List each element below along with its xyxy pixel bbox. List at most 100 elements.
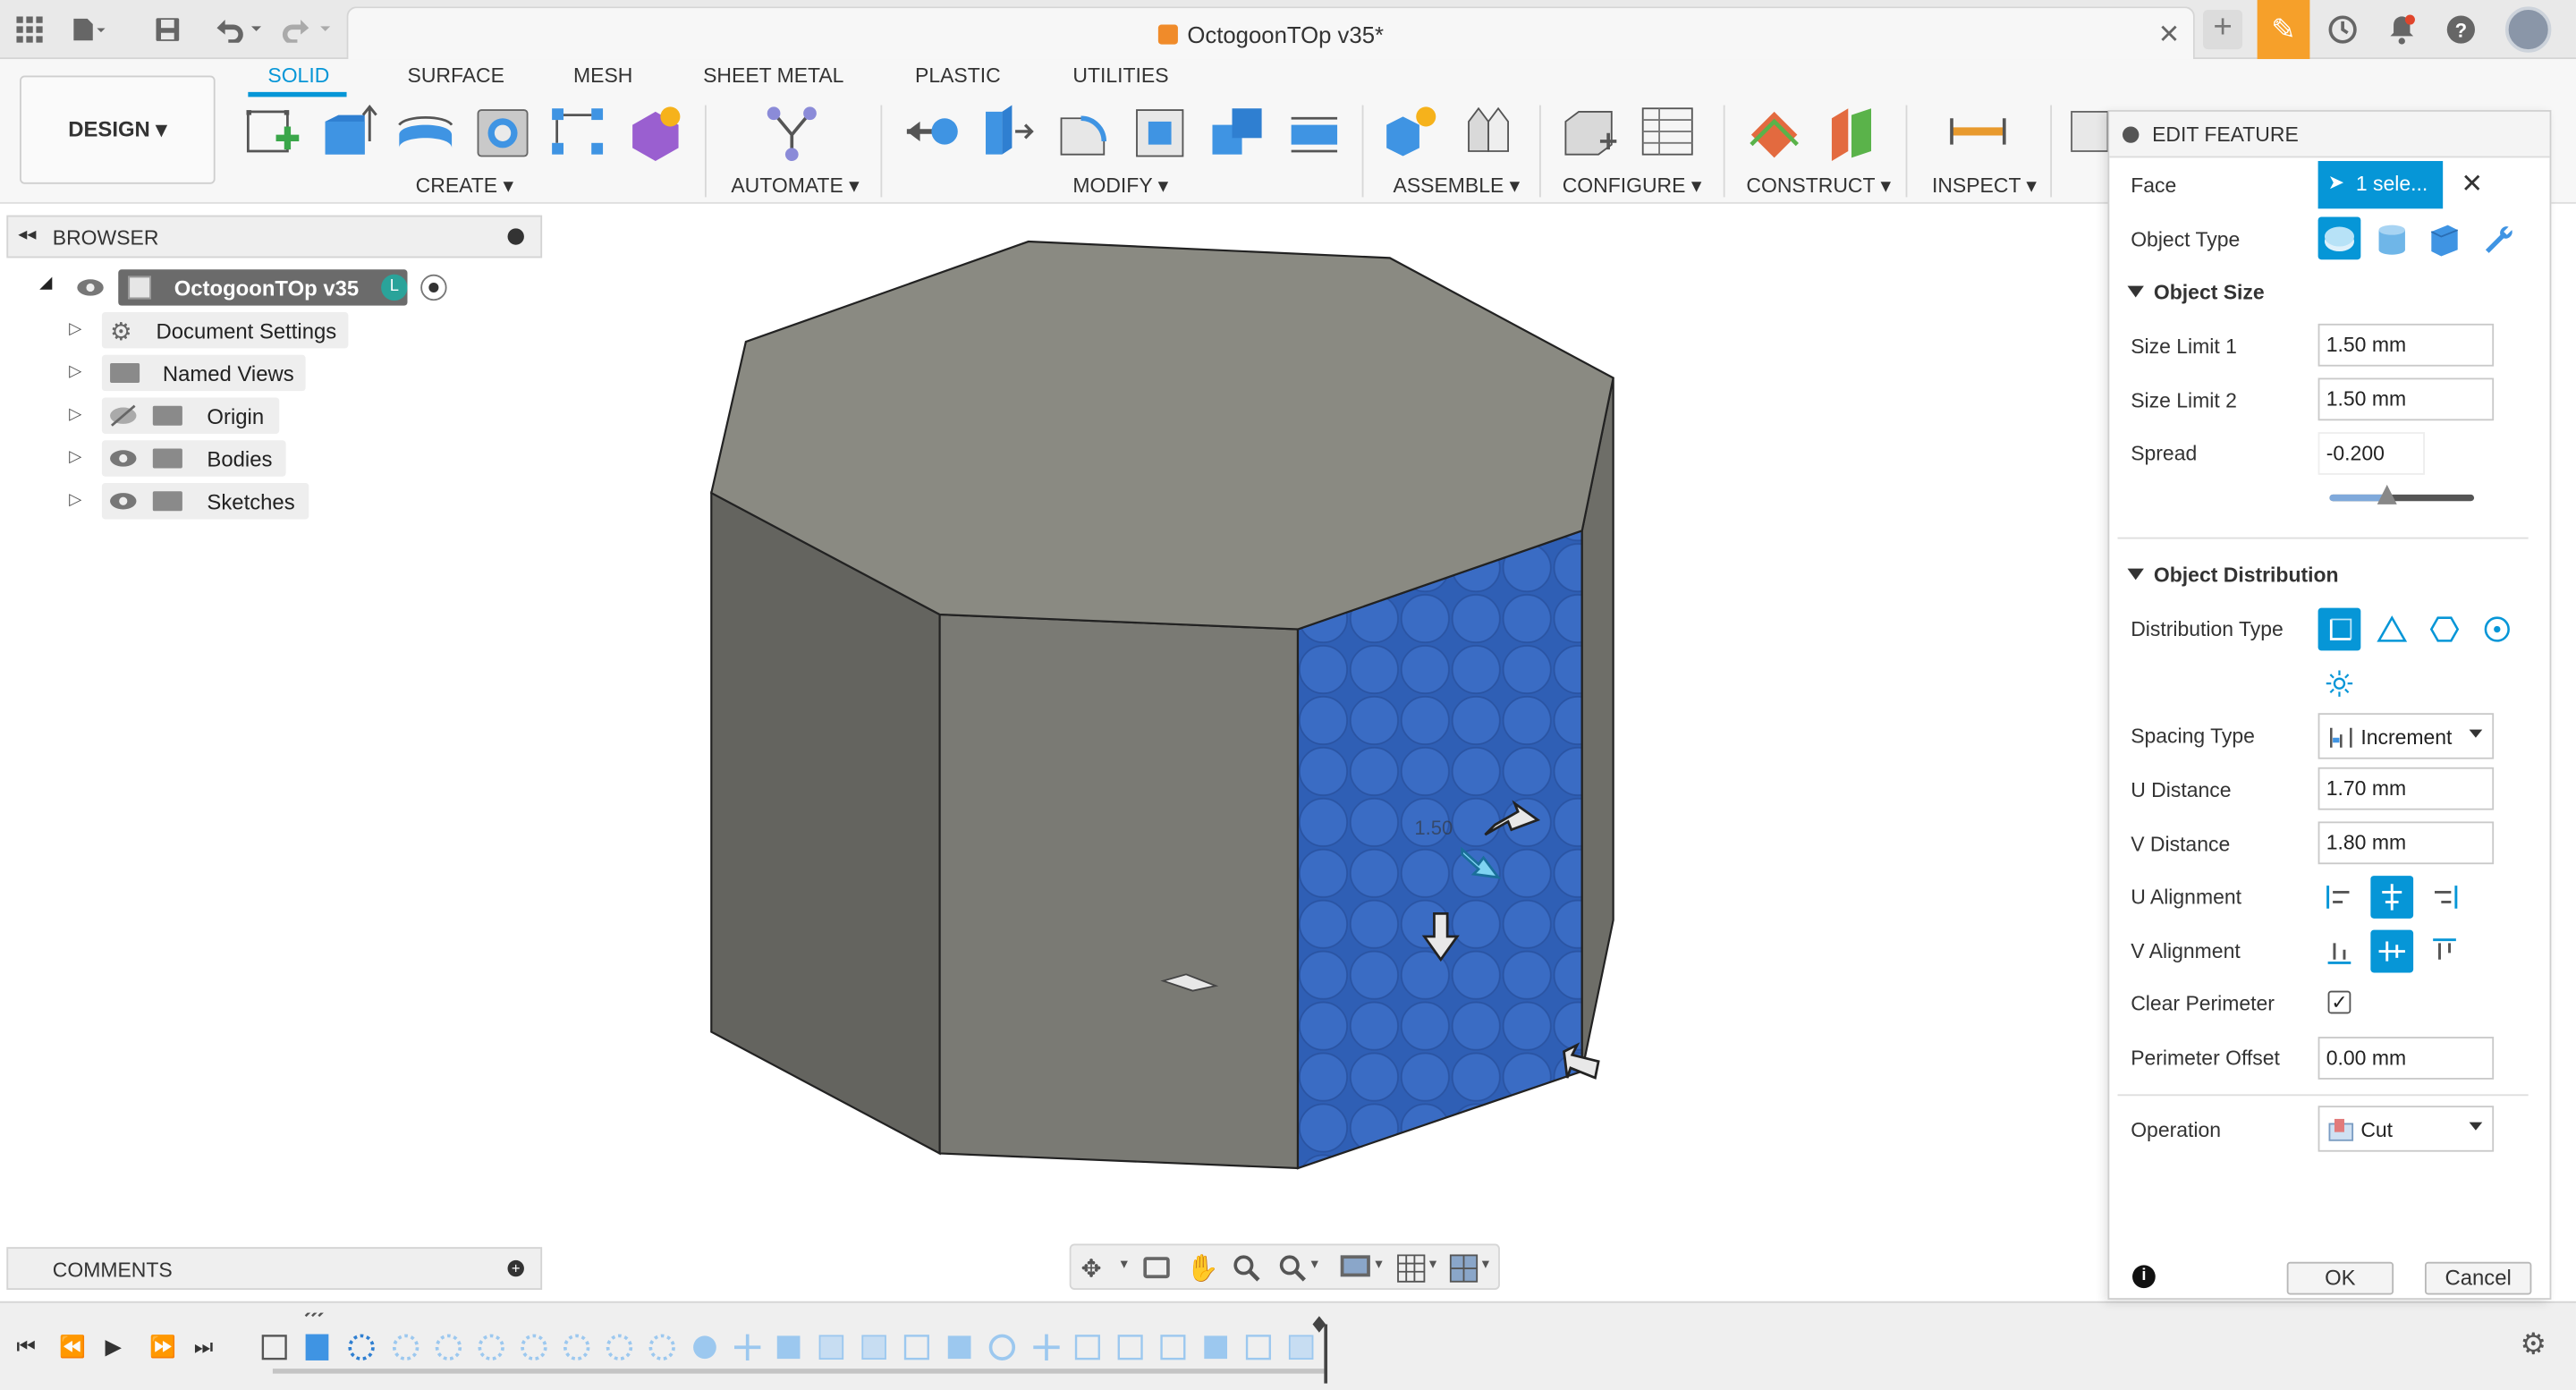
orbit-dropdown-icon[interactable]: ▾ <box>1121 1255 1128 1273</box>
add-comment-icon[interactable]: + <box>507 1259 524 1277</box>
create-sketch-icon[interactable] <box>243 102 302 161</box>
v-distance-input[interactable] <box>2318 821 2495 865</box>
combine-icon[interactable] <box>1209 102 1268 161</box>
tab-sheet-metal[interactable]: SHEET METAL <box>703 64 843 88</box>
display-dropdown-icon[interactable]: ▾ <box>1375 1255 1382 1273</box>
visibility-eye-icon[interactable] <box>75 276 105 300</box>
fillet-icon[interactable] <box>979 102 1038 161</box>
press-pull-icon[interactable] <box>903 102 962 161</box>
go-to-end-icon[interactable]: ⏭ <box>194 1335 213 1360</box>
close-tab-icon[interactable]: ✕ <box>2158 18 2181 51</box>
browser-pin-icon[interactable] <box>507 228 524 245</box>
object-type-custom-button[interactable] <box>2476 216 2519 259</box>
revolve-icon[interactable] <box>396 102 455 161</box>
expand-caret-icon[interactable]: ▷ <box>69 448 81 466</box>
measure-icon[interactable] <box>1948 102 2007 161</box>
extensions-icon[interactable]: ✎ <box>2257 0 2310 60</box>
comments-panel[interactable]: COMMENTS + <box>6 1247 543 1290</box>
create-menu[interactable]: CREATE ▾ <box>416 173 513 198</box>
dimension-label[interactable]: 1.50 <box>1414 817 1453 840</box>
v-align-top-button[interactable] <box>2423 930 2466 973</box>
browser-item-origin[interactable]: ▷ Origin <box>0 397 542 434</box>
distribution-hexagonal-button[interactable] <box>2423 608 2466 651</box>
zoom-icon[interactable] <box>1233 1254 1262 1284</box>
u-align-left-button[interactable] <box>2318 876 2361 919</box>
tab-solid[interactable]: SOLID <box>267 64 329 88</box>
inspect-menu[interactable]: INSPECT ▾ <box>1932 173 2037 198</box>
new-component-icon[interactable] <box>1382 102 1441 161</box>
spread-slider-track[interactable] <box>2329 484 2475 504</box>
tab-mesh[interactable]: MESH <box>573 64 632 88</box>
spacing-type-select[interactable]: Increment <box>2318 713 2495 759</box>
undo-icon[interactable] <box>210 13 266 47</box>
expand-caret-icon[interactable]: ▷ <box>69 363 81 381</box>
orbit-icon[interactable]: ✥ <box>1081 1254 1102 1283</box>
joint-icon[interactable] <box>1459 102 1518 161</box>
offset-face-icon[interactable] <box>1286 102 1345 161</box>
clear-selection-icon[interactable]: ✕ <box>2461 167 2483 200</box>
automate-menu[interactable]: AUTOMATE ▾ <box>731 173 859 198</box>
timeline-settings-gear-icon[interactable]: ⚙ <box>2520 1327 2546 1362</box>
go-to-start-icon[interactable]: ⏮ <box>16 1335 35 1360</box>
object-type-cylinder-button[interactable] <box>2370 216 2413 259</box>
notifications-bell-icon[interactable] <box>2385 13 2419 47</box>
u-align-right-button[interactable] <box>2423 876 2466 919</box>
distribution-rectangular-button[interactable] <box>2318 607 2361 651</box>
distribution-circular-button[interactable] <box>2476 608 2519 651</box>
visibility-eye-icon[interactable] <box>108 447 138 470</box>
assemble-menu[interactable]: ASSEMBLE ▾ <box>1394 173 1521 198</box>
help-icon[interactable]: ? <box>2445 13 2478 47</box>
chamfer-icon[interactable] <box>1055 102 1114 161</box>
timeline-features[interactable] <box>255 1312 1339 1386</box>
u-distance-input[interactable] <box>2318 767 2495 810</box>
new-tab-button[interactable]: + <box>2203 10 2243 50</box>
browser-item-named-views[interactable]: ▷ Named Views <box>0 354 542 392</box>
root-component-node[interactable]: OctogoonTOp v35 <box>118 269 408 306</box>
pan-hand-icon[interactable]: ✋ <box>1186 1252 1219 1285</box>
size-limit-2-input[interactable] <box>2318 377 2495 421</box>
look-at-icon[interactable] <box>1143 1257 1170 1279</box>
play-icon[interactable]: ▶ <box>106 1335 122 1360</box>
fit-window-icon[interactable] <box>1278 1254 1308 1284</box>
object-type-box-button[interactable] <box>2423 216 2466 259</box>
distribution-triangular-button[interactable] <box>2370 608 2413 651</box>
selected-face[interactable] <box>1296 529 1583 1170</box>
face-selection-button[interactable]: ➤ 1 sele... <box>2318 161 2444 209</box>
cancel-button[interactable]: Cancel <box>2424 1261 2532 1295</box>
save-icon[interactable] <box>151 13 184 47</box>
grid-dropdown-icon[interactable]: ▾ <box>1429 1255 1436 1273</box>
configure-menu[interactable]: CONFIGURE ▾ <box>1563 173 1702 198</box>
link-badge-icon[interactable]: L <box>381 274 408 301</box>
dialog-header[interactable]: EDIT FEATURE <box>2109 111 2550 158</box>
browser-header[interactable]: ◂◂ BROWSER <box>6 215 543 259</box>
visibility-eye-icon[interactable] <box>108 489 138 513</box>
browser-item-sketches[interactable]: ▷ Sketches <box>0 483 542 520</box>
object-type-sphere-button[interactable] <box>2318 216 2361 260</box>
modify-menu[interactable]: MODIFY ▾ <box>1072 173 1168 198</box>
configure-body-icon[interactable] <box>1561 102 1620 161</box>
operation-select[interactable]: Cut <box>2318 1106 2495 1152</box>
document-tab[interactable]: OctogoonTOp v35* ✕ <box>346 6 2195 60</box>
job-status-icon[interactable] <box>2326 13 2360 47</box>
info-icon[interactable]: i <box>2132 1265 2156 1289</box>
browser-item-bodies[interactable]: ▷ Bodies <box>0 440 542 477</box>
collapse-browser-icon[interactable]: ◂◂ <box>18 224 36 245</box>
hidden-eye-icon[interactable] <box>108 404 138 428</box>
hole-icon[interactable] <box>473 102 532 161</box>
user-avatar[interactable] <box>2504 6 2552 53</box>
object-size-section[interactable]: Object Size <box>2127 281 2265 304</box>
step-forward-icon[interactable]: ⏩ <box>149 1335 176 1360</box>
expand-caret-icon[interactable]: ▷ <box>69 491 81 509</box>
shell-icon[interactable] <box>1131 102 1191 161</box>
app-grid-icon[interactable] <box>13 13 47 47</box>
ok-button[interactable]: OK <box>2286 1261 2394 1295</box>
create-form-icon[interactable] <box>626 102 685 162</box>
expand-caret-icon[interactable]: ▷ <box>69 406 81 424</box>
grid-settings-icon[interactable] <box>1396 1254 1426 1284</box>
offset-plane-icon[interactable] <box>1745 102 1804 161</box>
v-align-bottom-button[interactable] <box>2318 930 2361 973</box>
browser-item-document-settings[interactable]: ▷ ⚙ Document Settings <box>0 312 542 349</box>
construct-menu[interactable]: CONSTRUCT ▾ <box>1746 173 1891 198</box>
zoom-dropdown-icon[interactable]: ▾ <box>1311 1255 1318 1273</box>
browser-root-row[interactable]: ◢ OctogoonTOp v35 L <box>33 269 477 306</box>
